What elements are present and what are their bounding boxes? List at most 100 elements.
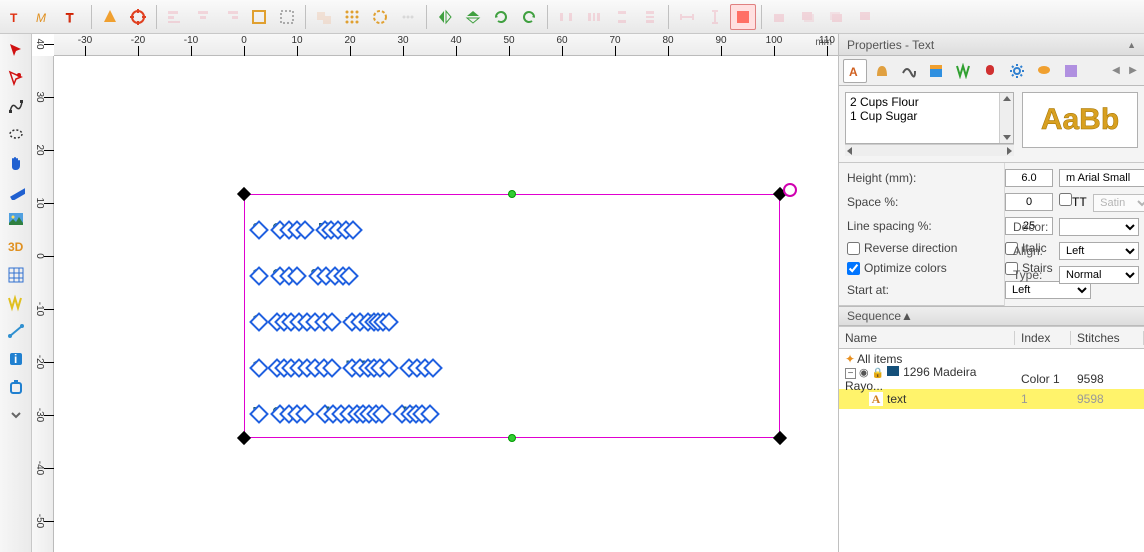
distribute-2-icon[interactable] bbox=[581, 4, 607, 30]
text-line-2[interactable]: 1 Cup Sugar bbox=[253, 245, 350, 287]
textarea-hscroll[interactable] bbox=[845, 144, 1014, 156]
layer-2-icon[interactable] bbox=[795, 4, 821, 30]
rotate-cw-icon[interactable] bbox=[488, 4, 514, 30]
reverse-checkbox[interactable] bbox=[847, 242, 860, 255]
tab-nav-right-icon[interactable]: ▶ bbox=[1126, 65, 1140, 76]
distribute-3-icon[interactable] bbox=[609, 4, 635, 30]
align-select[interactable]: Left bbox=[1059, 242, 1139, 260]
spacing-h-icon[interactable] bbox=[674, 4, 700, 30]
col-index: Index bbox=[1015, 331, 1071, 345]
layer-3-icon[interactable] bbox=[823, 4, 849, 30]
distribute-1-icon[interactable] bbox=[553, 4, 579, 30]
space-label: Space %: bbox=[847, 195, 1005, 209]
vector-line-icon[interactable] bbox=[3, 318, 29, 344]
text-input-wrap bbox=[845, 92, 1014, 144]
tab-shape-icon[interactable] bbox=[870, 59, 894, 83]
bounding-box-icon[interactable] bbox=[730, 4, 756, 30]
text-outline-icon[interactable]: T bbox=[60, 4, 86, 30]
align-right-icon[interactable] bbox=[218, 4, 244, 30]
rotate-handle-top[interactable] bbox=[508, 190, 516, 198]
optimize-label: Optimize colors bbox=[864, 261, 947, 275]
hoop-icon[interactable] bbox=[3, 374, 29, 400]
design-canvas[interactable]: 2 Cups Flour 1 Cup Sugar 1 teaspoon vani… bbox=[54, 56, 838, 552]
sequence-header: Sequence ▲ bbox=[839, 306, 1144, 326]
image-icon[interactable] bbox=[3, 206, 29, 232]
tab-applique-icon[interactable] bbox=[978, 59, 1002, 83]
font-select[interactable]: m Arial Small bbox=[1059, 169, 1144, 187]
rotate-handle[interactable] bbox=[783, 183, 797, 197]
more-tools-icon[interactable] bbox=[3, 402, 29, 428]
text-input[interactable] bbox=[846, 93, 999, 143]
flip-v-icon[interactable] bbox=[460, 4, 486, 30]
horizontal-ruler: mm -30-20-100102030405060708090100110 bbox=[54, 34, 838, 56]
vertical-ruler: 403020100-10-20-30-40-50-60 bbox=[32, 56, 54, 552]
tab-text-icon[interactable]: A bbox=[843, 59, 867, 83]
stitch-w-icon[interactable] bbox=[3, 290, 29, 316]
svg-text:T: T bbox=[10, 11, 18, 25]
resize-handle-nw[interactable] bbox=[237, 187, 251, 201]
spacing-v-icon[interactable] bbox=[702, 4, 728, 30]
selection-box[interactable]: 2 Cups Flour 1 Cup Sugar 1 teaspoon vani… bbox=[244, 194, 780, 438]
rect-select-icon[interactable] bbox=[246, 4, 272, 30]
decor-select[interactable] bbox=[1059, 218, 1139, 236]
grid-view-icon[interactable] bbox=[3, 262, 29, 288]
pan-hand-icon[interactable] bbox=[3, 150, 29, 176]
tab-nav-left-icon[interactable]: ◀ bbox=[1109, 65, 1123, 76]
rotate-handle-bottom[interactable] bbox=[508, 434, 516, 442]
linespace-label: Line spacing %: bbox=[847, 219, 1005, 233]
svg-text:A: A bbox=[849, 65, 858, 79]
tt-checkbox[interactable] bbox=[1059, 193, 1072, 206]
tab-settings-icon[interactable] bbox=[1005, 59, 1029, 83]
textarea-scrollbar[interactable] bbox=[999, 93, 1013, 143]
group-icon[interactable] bbox=[311, 4, 337, 30]
tab-path-icon[interactable] bbox=[897, 59, 921, 83]
resize-handle-se[interactable] bbox=[773, 431, 787, 445]
resize-handle-sw[interactable] bbox=[237, 431, 251, 445]
text-tool-icon[interactable]: T bbox=[4, 4, 30, 30]
distribute-4-icon[interactable] bbox=[637, 4, 663, 30]
rotate-ccw-icon[interactable] bbox=[516, 4, 542, 30]
tab-comment-icon[interactable] bbox=[1032, 59, 1056, 83]
height-label: Height (mm): bbox=[847, 171, 1005, 185]
align-left-icon[interactable] bbox=[162, 4, 188, 30]
text-line-1[interactable]: 2 Cups Flour bbox=[253, 199, 354, 241]
marquee-icon[interactable] bbox=[274, 4, 300, 30]
tab-extra-icon[interactable] bbox=[1059, 59, 1083, 83]
align-center-h-icon[interactable] bbox=[190, 4, 216, 30]
svg-text:M: M bbox=[36, 11, 46, 25]
tab-stitch-icon[interactable] bbox=[951, 59, 975, 83]
properties-tabbar: A ◀ ▶ bbox=[839, 56, 1144, 86]
optimize-checkbox[interactable] bbox=[847, 262, 860, 275]
align-label: Align: bbox=[1013, 244, 1059, 258]
text-line-4[interactable]: 1 teaspoon baking soda bbox=[253, 337, 435, 379]
tt-style-select[interactable]: Satin bbox=[1093, 194, 1144, 212]
properties-header: Properties - Text ▲ bbox=[839, 34, 1144, 56]
tab-fill-icon[interactable] bbox=[924, 59, 948, 83]
sequence-table: Name Index Stitches ✦All items −◉🔒1296 M… bbox=[839, 326, 1144, 552]
layer-4-icon[interactable] bbox=[851, 4, 877, 30]
text-line-5[interactable]: 5 Cups chocolate chips bbox=[253, 383, 432, 425]
node-select-icon[interactable] bbox=[3, 66, 29, 92]
svg-text:T: T bbox=[66, 11, 74, 25]
ruler-tool-icon[interactable] bbox=[3, 178, 29, 204]
lasso-icon[interactable] bbox=[3, 122, 29, 148]
center-target-icon[interactable] bbox=[125, 4, 151, 30]
shape-tool-icon[interactable] bbox=[97, 4, 123, 30]
circle-dashed-icon[interactable] bbox=[367, 4, 393, 30]
text-line-3[interactable]: 1 teaspoon vanilla bbox=[253, 291, 391, 333]
seq-row-color[interactable]: −◉🔒1296 Madeira Rayo... Color 1 9598 bbox=[839, 369, 1144, 389]
select-tool-icon[interactable] bbox=[3, 38, 29, 64]
top-toolbar: T M T bbox=[0, 0, 1144, 34]
monogram-icon[interactable]: M bbox=[32, 4, 58, 30]
grid-dots-icon[interactable] bbox=[339, 4, 365, 30]
seq-row-text[interactable]: Atext 1 9598 bbox=[839, 389, 1144, 409]
edit-points-icon[interactable] bbox=[3, 94, 29, 120]
type-select[interactable]: Normal bbox=[1059, 266, 1139, 284]
col-name: Name bbox=[839, 331, 1015, 345]
dots-icon[interactable] bbox=[395, 4, 421, 30]
info-icon[interactable]: i bbox=[3, 346, 29, 372]
3d-view-icon[interactable]: 3D bbox=[3, 234, 29, 260]
flip-h-icon[interactable] bbox=[432, 4, 458, 30]
layer-1-icon[interactable] bbox=[767, 4, 793, 30]
svg-text:3D: 3D bbox=[8, 240, 24, 254]
